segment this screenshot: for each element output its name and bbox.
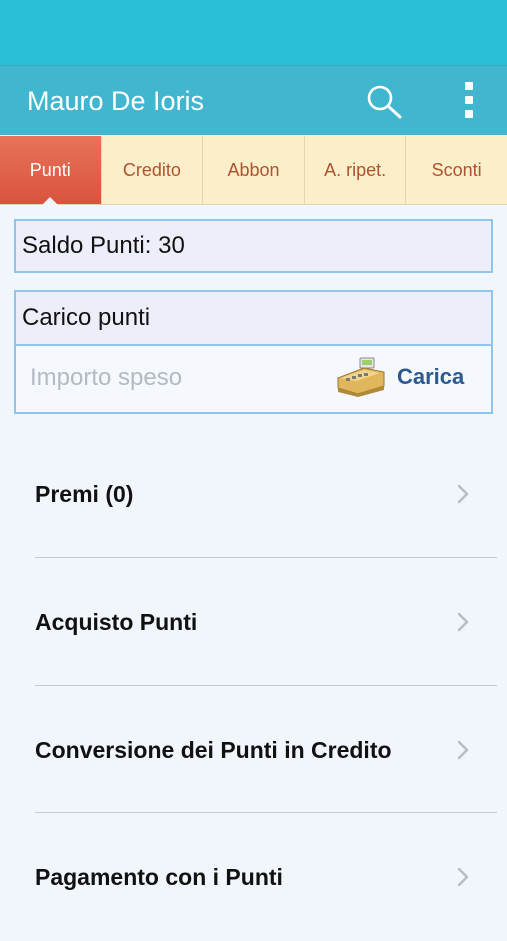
- tab-a-ripet[interactable]: A. ripet.: [305, 136, 407, 204]
- chevron-right-icon: [456, 866, 470, 888]
- list-item-label: Premi (0): [35, 481, 134, 507]
- tab-credito[interactable]: Credito: [102, 136, 204, 204]
- list-item-premi[interactable]: Premi (0): [0, 430, 507, 558]
- carico-punti-title: Carico punti: [16, 292, 491, 346]
- list-item-acquisto-punti[interactable]: Acquisto Punti: [0, 558, 507, 686]
- chevron-right-icon: [456, 483, 470, 505]
- list-item-pagamento[interactable]: Pagamento con i Punti: [0, 813, 507, 941]
- tab-bar: Punti Credito Abbon A. ripet. Sconti: [0, 136, 507, 205]
- chevron-right-icon: [456, 611, 470, 633]
- list-item-label: Conversione dei Punti in Credito: [35, 737, 392, 763]
- status-bar: [0, 0, 507, 65]
- carico-punti-panel: Carico punti Importo speso Carica: [14, 290, 493, 414]
- tab-punti[interactable]: Punti: [0, 136, 102, 205]
- nav-bar: Mauro De Ioris: [0, 65, 507, 135]
- page-title: Mauro De Ioris: [27, 86, 205, 116]
- carica-button[interactable]: Carica: [397, 364, 464, 390]
- more-vertical-icon[interactable]: [462, 82, 476, 122]
- saldo-punti: Saldo Punti: 30: [14, 219, 493, 273]
- chevron-right-icon: [456, 739, 470, 761]
- list-item-conversione[interactable]: Conversione dei Punti in Credito: [0, 686, 507, 814]
- tab-abbon[interactable]: Abbon: [203, 136, 305, 204]
- list-item-label: Pagamento con i Punti: [35, 864, 283, 890]
- cash-register-icon[interactable]: [334, 356, 388, 398]
- list-item-label: Acquisto Punti: [35, 609, 198, 635]
- search-icon[interactable]: [366, 84, 404, 120]
- tab-sconti[interactable]: Sconti: [406, 136, 507, 204]
- importo-speso-input[interactable]: Importo speso: [30, 364, 182, 392]
